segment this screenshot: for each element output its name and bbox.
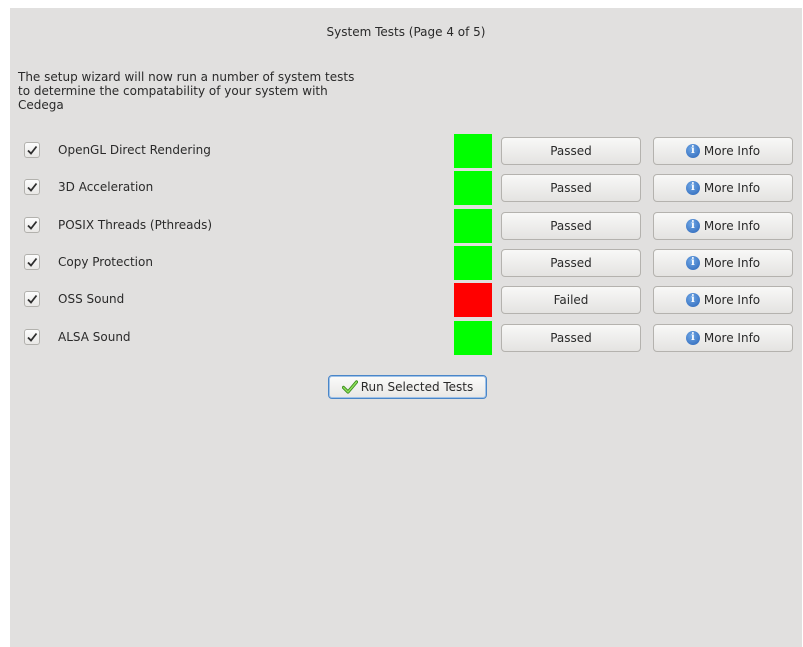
test-row: POSIX Threads (Pthreads) Passed i More I… xyxy=(10,209,802,243)
test-label: POSIX Threads (Pthreads) xyxy=(58,218,213,232)
intro-text: The setup wizard will now run a number o… xyxy=(18,70,398,112)
test-status-indicator xyxy=(454,246,492,280)
test-status-indicator xyxy=(454,134,492,168)
test-row: 3D Acceleration Passed i More Info xyxy=(10,171,802,205)
more-info-label: More Info xyxy=(703,181,761,195)
more-info-label: More Info xyxy=(703,219,761,233)
test-status-button[interactable]: Passed xyxy=(501,324,641,352)
test-label: Copy Protection xyxy=(58,255,153,269)
test-row: Copy Protection Passed i More Info xyxy=(10,246,802,280)
test-status-indicator xyxy=(454,321,492,355)
test-row: ALSA Sound Passed i More Info xyxy=(10,321,802,355)
test-checkbox[interactable] xyxy=(24,329,40,345)
more-info-button[interactable]: i More Info xyxy=(653,137,793,165)
test-label: OSS Sound xyxy=(58,292,125,306)
page-title: System Tests (Page 4 of 5) xyxy=(326,25,486,39)
more-info-button[interactable]: i More Info xyxy=(653,286,793,314)
test-checkbox[interactable] xyxy=(24,254,40,270)
run-selected-tests-label: Run Selected Tests xyxy=(360,380,474,394)
info-icon: i xyxy=(685,144,700,158)
checkmark-icon xyxy=(27,332,38,342)
test-status-indicator xyxy=(454,171,492,205)
checkmark-icon xyxy=(27,182,38,192)
test-row: OpenGL Direct Rendering Passed i More In… xyxy=(10,134,802,168)
intro-line-3: Cedega xyxy=(18,98,64,112)
test-status-button[interactable]: Failed xyxy=(501,286,641,314)
test-status-button[interactable]: Passed xyxy=(501,174,641,202)
test-status-button[interactable]: Passed xyxy=(501,249,641,277)
test-row: OSS Sound Failed i More Info xyxy=(10,283,802,317)
more-info-button[interactable]: i More Info xyxy=(653,324,793,352)
checkmark-icon xyxy=(27,257,38,267)
test-checkbox[interactable] xyxy=(24,291,40,307)
test-status-indicator xyxy=(454,283,492,317)
wizard-window: System Tests (Page 4 of 5) The setup wiz… xyxy=(10,8,802,647)
info-icon: i xyxy=(685,181,700,195)
info-icon: i xyxy=(685,256,700,270)
more-info-label: More Info xyxy=(703,256,761,270)
test-label: OpenGL Direct Rendering xyxy=(58,143,211,157)
info-icon: i xyxy=(685,219,700,233)
more-info-button[interactable]: i More Info xyxy=(653,249,793,277)
test-status-indicator xyxy=(454,209,492,243)
test-checkbox[interactable] xyxy=(24,142,40,158)
test-label: ALSA Sound xyxy=(58,330,131,344)
test-checkbox[interactable] xyxy=(24,179,40,195)
info-icon: i xyxy=(685,331,700,345)
test-status-button[interactable]: Passed xyxy=(501,212,641,240)
info-icon: i xyxy=(685,293,700,307)
intro-line-1: The setup wizard will now run a number o… xyxy=(18,70,355,84)
checkmark-icon xyxy=(27,145,38,155)
test-status-button[interactable]: Passed xyxy=(501,137,641,165)
more-info-label: More Info xyxy=(703,293,761,307)
checkmark-icon xyxy=(341,380,358,394)
test-label: 3D Acceleration xyxy=(58,180,154,194)
more-info-button[interactable]: i More Info xyxy=(653,174,793,202)
test-checkbox[interactable] xyxy=(24,217,40,233)
intro-line-2: to determine the compatability of your s… xyxy=(18,84,328,98)
more-info-label: More Info xyxy=(703,331,761,345)
checkmark-icon xyxy=(27,220,38,230)
more-info-button[interactable]: i More Info xyxy=(653,212,793,240)
run-selected-tests-button[interactable]: Run Selected Tests xyxy=(328,375,487,399)
more-info-label: More Info xyxy=(703,144,761,158)
checkmark-icon xyxy=(27,294,38,304)
